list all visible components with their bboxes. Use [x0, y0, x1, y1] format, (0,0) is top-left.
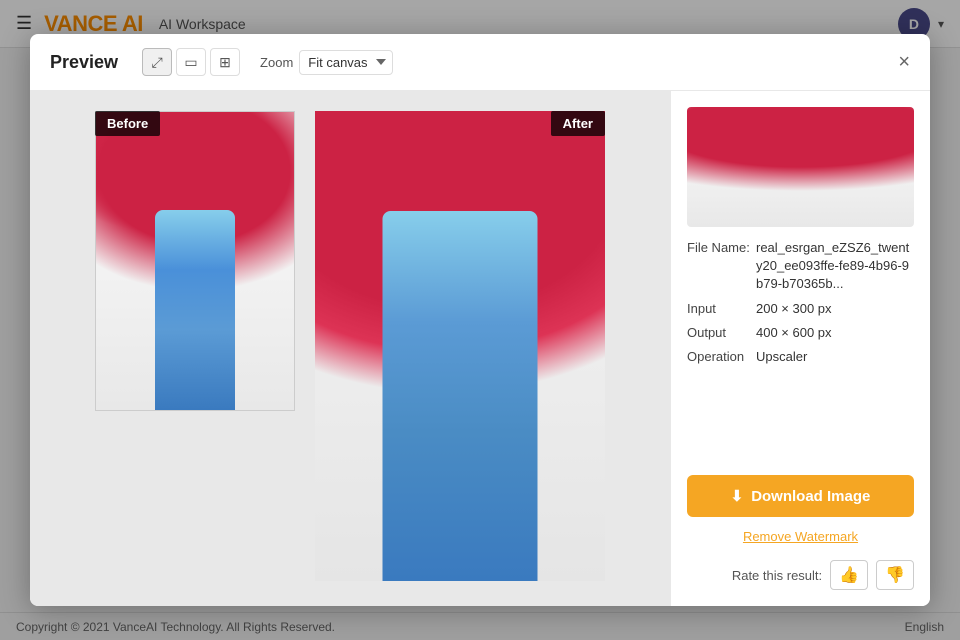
rate-label: Rate this result: — [732, 568, 822, 583]
modal-title: Preview — [50, 52, 118, 73]
download-label: Download Image — [751, 488, 870, 505]
thumbs-down-button[interactable]: 👎 — [876, 560, 914, 590]
view-controls: ⤢ ▭ ⊞ — [142, 48, 240, 76]
before-person — [155, 210, 235, 410]
before-image — [95, 111, 295, 411]
modal-close-button[interactable]: × — [898, 52, 910, 72]
zoom-select[interactable]: Fit canvas 50% 100% 200% — [299, 50, 393, 75]
modal-header: Preview ⤢ ▭ ⊞ Zoom Fit canvas 50% 100% 2… — [30, 34, 930, 91]
modal-overlay: Preview ⤢ ▭ ⊞ Zoom Fit canvas 50% 100% 2… — [0, 0, 960, 640]
output-row: Output 400 × 600 px — [687, 324, 914, 342]
info-sidebar: File Name: real_esrgan_eZSZ6_twenty20_ee… — [670, 91, 930, 606]
zoom-label: Zoom — [260, 55, 293, 70]
before-label: Before — [95, 111, 160, 136]
after-panel: After — [315, 111, 605, 581]
file-info: File Name: real_esrgan_eZSZ6_twenty20_ee… — [687, 239, 914, 366]
operation-label: Operation — [687, 348, 752, 366]
preview-modal: Preview ⤢ ▭ ⊞ Zoom Fit canvas 50% 100% 2… — [30, 34, 930, 606]
download-button[interactable]: ⬇ Download Image — [687, 475, 914, 517]
thumbnail-container — [687, 107, 914, 227]
after-image — [315, 111, 605, 581]
file-name-row: File Name: real_esrgan_eZSZ6_twenty20_ee… — [687, 239, 914, 294]
split-view-button[interactable]: ⊞ — [210, 48, 240, 76]
after-photo-bg — [315, 111, 605, 581]
download-icon: ⬇ — [731, 487, 744, 505]
preview-area: Before After — [30, 91, 670, 606]
rate-row: Rate this result: 👍 👎 — [687, 556, 914, 590]
input-label: Input — [687, 300, 752, 318]
after-person — [383, 211, 538, 581]
input-value: 200 × 300 px — [756, 300, 832, 318]
before-photo-bg — [96, 112, 294, 410]
after-label: After — [551, 111, 605, 136]
fit-view-button[interactable]: ⤢ — [142, 48, 172, 76]
before-panel: Before — [95, 111, 295, 411]
file-name-label: File Name: — [687, 239, 752, 257]
input-row: Input 200 × 300 px — [687, 300, 914, 318]
modal-body: Before After — [30, 91, 930, 606]
zoom-control: Zoom Fit canvas 50% 100% 200% — [260, 50, 393, 75]
thumbnail-photo — [687, 107, 914, 227]
output-label: Output — [687, 324, 752, 342]
remove-watermark-link[interactable]: Remove Watermark — [687, 529, 914, 544]
file-name-value: real_esrgan_eZSZ6_twenty20_ee093ffe-fe89… — [756, 239, 914, 294]
thumbs-up-button[interactable]: 👍 — [830, 560, 868, 590]
side-by-side-button[interactable]: ▭ — [176, 48, 206, 76]
sidebar-spacer — [687, 378, 914, 463]
operation-value: Upscaler — [756, 348, 807, 366]
output-value: 400 × 600 px — [756, 324, 832, 342]
operation-row: Operation Upscaler — [687, 348, 914, 366]
